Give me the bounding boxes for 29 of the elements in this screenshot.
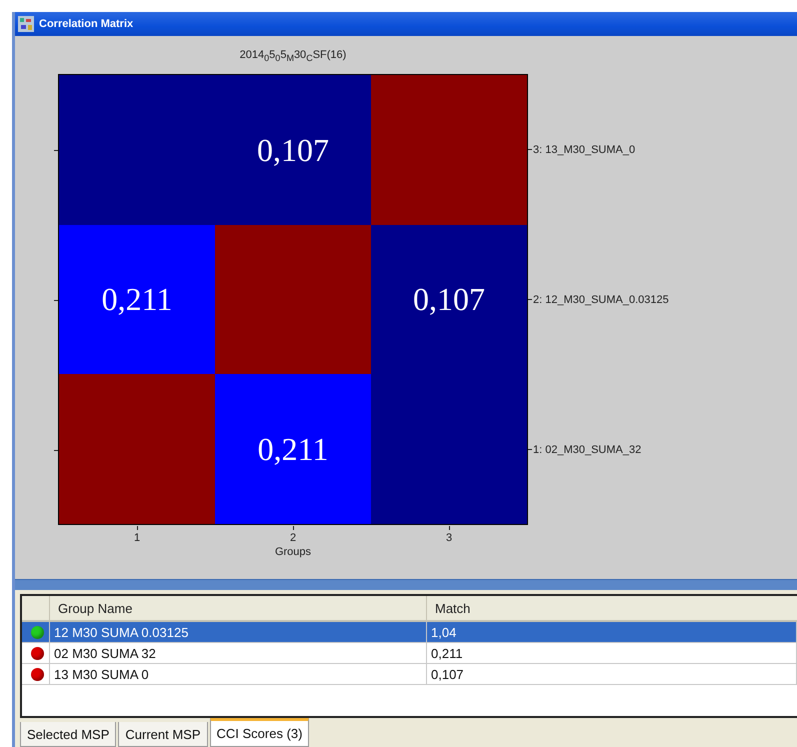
tab[interactable]: CCI Scores (3) xyxy=(210,718,310,747)
cell-value: 0,107 xyxy=(257,132,329,169)
window-title: Correlation Matrix xyxy=(39,18,134,30)
table-cell: 13 M30 SUMA 0 xyxy=(50,664,427,684)
tick-label: 1 xyxy=(134,532,140,544)
tab[interactable]: Current MSP xyxy=(118,722,208,747)
list-row[interactable]: 02 M30 SUMA 32 0,211 xyxy=(22,643,797,664)
column-header[interactable]: Group Name xyxy=(50,596,427,620)
table-cell: 12 M30 SUMA 0.03125 xyxy=(50,622,427,642)
chart-title: 2014$_{0}$5$_{0}$5$_{M}$30$_{C}$SF(16) xyxy=(238,48,348,64)
axis-label: Groups xyxy=(274,546,312,558)
table-cell: 02 M30 SUMA 32 xyxy=(50,643,427,664)
app-icon xyxy=(18,16,34,32)
table-cell: 1,04 xyxy=(427,622,797,642)
splitter-bar[interactable] xyxy=(15,579,797,590)
list-row[interactable]: 12 M30 SUMA 0.03125 1,04 xyxy=(22,622,797,644)
cell-value: 0,211 xyxy=(102,281,172,318)
row-label: 3: 13_M30_SUMA_0 xyxy=(533,144,636,156)
tick-label: 2 xyxy=(290,532,296,544)
cell-value: 0,211 xyxy=(258,430,328,468)
cell-value: 0,107 xyxy=(413,281,485,318)
column-header[interactable]: Match xyxy=(427,596,797,620)
table-cell: 0,107 xyxy=(427,664,797,684)
tab[interactable]: Selected MSP xyxy=(20,722,116,747)
list-row[interactable]: 13 M30 SUMA 0 0,107 xyxy=(22,664,797,686)
row-label: 2: 12_M30_SUMA_0.03125 xyxy=(533,294,669,306)
row-label: 1: 02_M30_SUMA_32 xyxy=(533,444,642,456)
table-cell: 0,211 xyxy=(427,643,797,664)
tick-label: 3 xyxy=(446,532,452,544)
